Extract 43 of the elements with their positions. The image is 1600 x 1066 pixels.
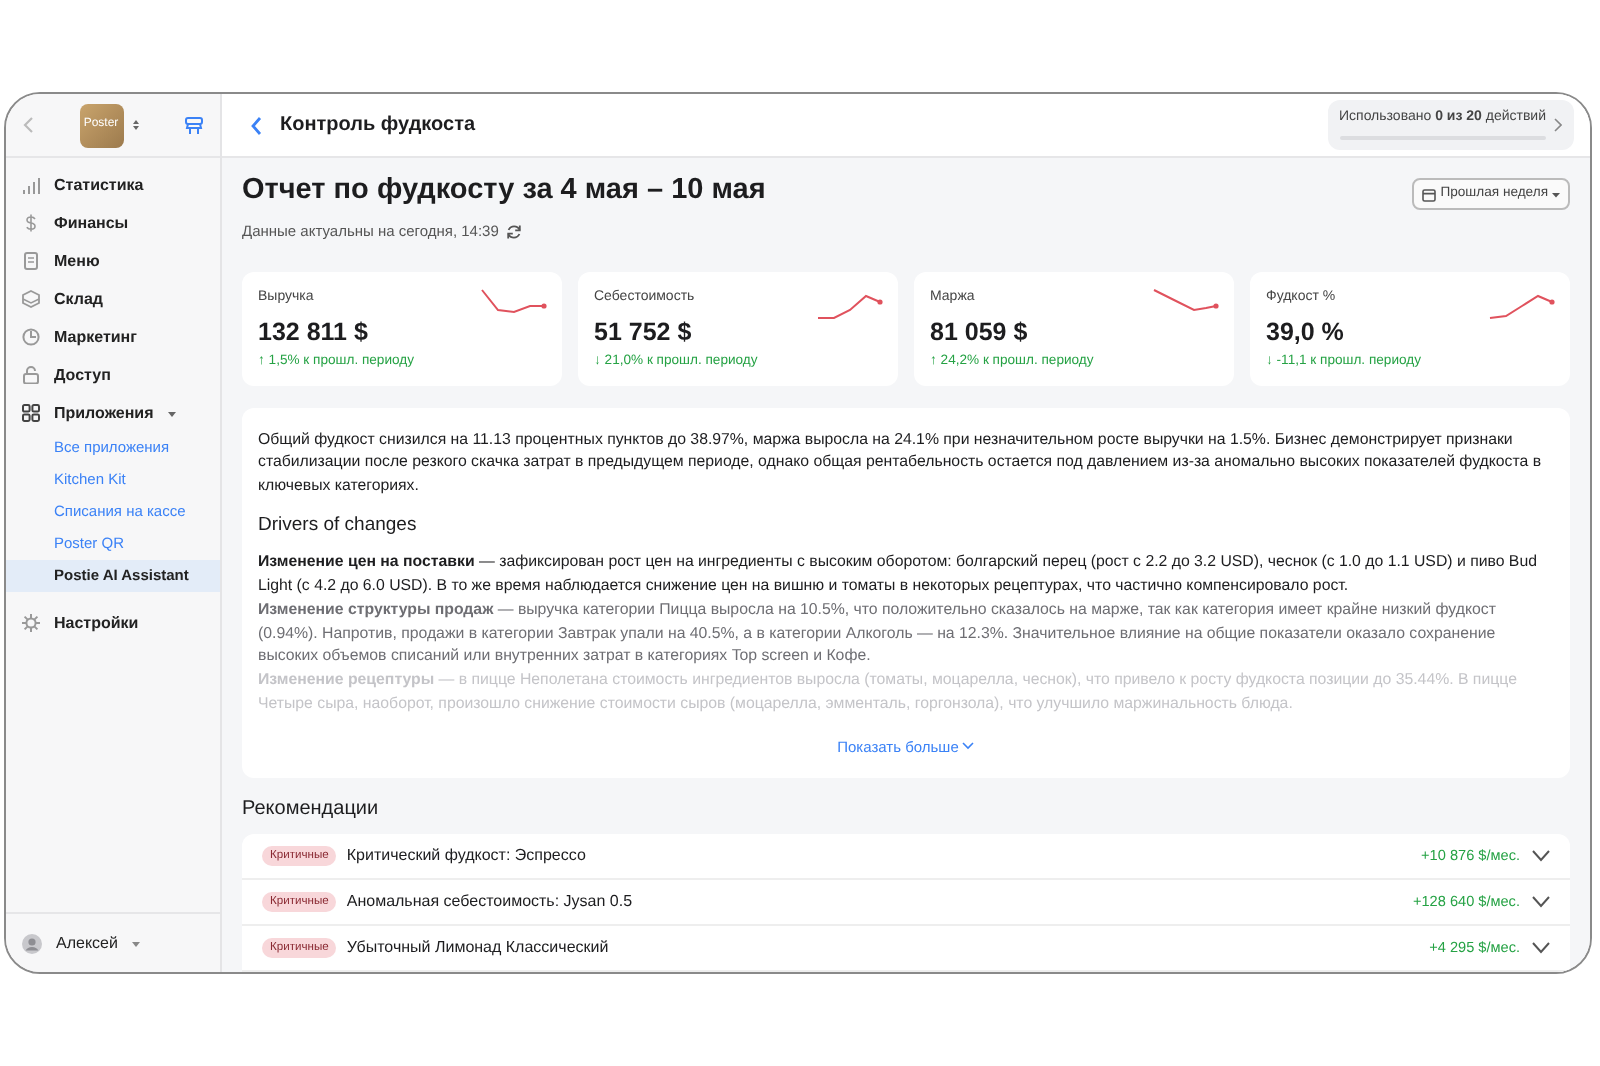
document-icon xyxy=(22,252,40,270)
grid-icon xyxy=(22,404,40,422)
sidebar-item[interactable]: Финансы xyxy=(6,204,220,242)
sidebar-item[interactable]: Статистика xyxy=(6,166,220,204)
chevron-down-icon xyxy=(1532,896,1550,909)
avatar-icon xyxy=(22,933,42,953)
section-heading: Рекомендации xyxy=(242,796,381,825)
settings-icon xyxy=(22,614,40,632)
refresh-icon xyxy=(506,224,523,241)
sidebar-item[interactable]: Меню xyxy=(6,242,220,280)
calendar-icon xyxy=(1422,187,1437,202)
lock-icon xyxy=(22,366,40,384)
caret-icon xyxy=(1552,191,1560,198)
report-title: Отчет по фудкосту за 4 мая – 10 мая xyxy=(242,174,766,209)
chevron-down-icon xyxy=(1532,942,1550,955)
chevron-down-icon xyxy=(1532,850,1550,863)
dollar-icon xyxy=(22,214,40,232)
recommendation-title: Критический фудкост: Эспрессо xyxy=(346,844,586,869)
recommendation-title: Аномальная себестоимость: Jysan 0.5 xyxy=(346,890,633,915)
sidebar-item[interactable]: Маркетинг xyxy=(6,318,220,356)
page-title: Контроль фудкоста xyxy=(280,112,476,140)
sidebar-item[interactable]: Приложения xyxy=(6,394,220,432)
sidebar-item[interactable]: Настройки xyxy=(6,604,220,642)
user-menu[interactable]: Алексей xyxy=(6,912,220,972)
caret-icon xyxy=(167,409,176,417)
recommendation-title: Убыточный Лимонад Классический xyxy=(346,936,609,961)
metric-value: 39,0 % xyxy=(1266,317,1346,348)
box-icon xyxy=(22,290,40,308)
back-icon xyxy=(22,116,34,134)
bar-chart-icon xyxy=(22,176,40,194)
metric-value: 81 059 $ xyxy=(930,317,1030,348)
sidebar-item[interactable]: Склад xyxy=(6,280,220,318)
back-icon xyxy=(250,115,262,135)
sort-icon xyxy=(131,118,139,132)
back-button[interactable] xyxy=(250,115,262,135)
chevron-right-icon xyxy=(1554,117,1562,131)
caret-icon xyxy=(131,939,140,947)
sidebar-item[interactable]: Доступ xyxy=(6,356,220,394)
metric-value: 132 811 $ xyxy=(258,317,370,348)
clock-icon xyxy=(22,328,40,346)
metric-value: 51 752 $ xyxy=(594,317,694,348)
section-heading: Drivers of changes xyxy=(258,512,419,541)
chevron-down-icon xyxy=(962,742,975,751)
